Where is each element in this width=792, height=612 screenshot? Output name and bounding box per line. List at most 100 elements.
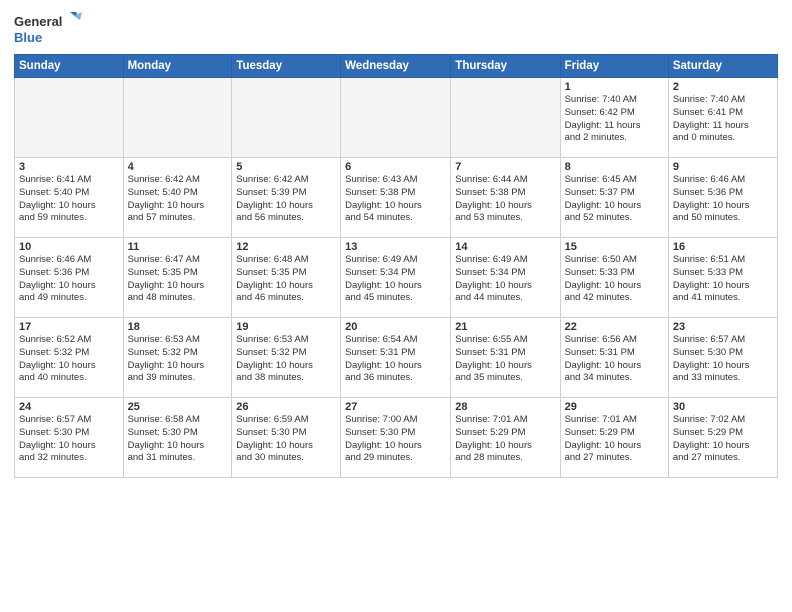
- day-info: Sunrise: 6:57 AM Sunset: 5:30 PM Dayligh…: [673, 334, 773, 385]
- day-number: 26: [236, 401, 336, 413]
- day-number: 11: [128, 241, 228, 253]
- calendar-cell: 12Sunrise: 6:48 AM Sunset: 5:35 PM Dayli…: [232, 238, 341, 318]
- day-number: 5: [236, 161, 336, 173]
- day-number: 13: [345, 241, 446, 253]
- calendar-cell: 14Sunrise: 6:49 AM Sunset: 5:34 PM Dayli…: [451, 238, 560, 318]
- day-number: 15: [565, 241, 664, 253]
- day-number: 6: [345, 161, 446, 173]
- day-number: 10: [19, 241, 119, 253]
- calendar-cell: 9Sunrise: 6:46 AM Sunset: 5:36 PM Daylig…: [668, 158, 777, 238]
- day-info: Sunrise: 6:52 AM Sunset: 5:32 PM Dayligh…: [19, 334, 119, 385]
- day-info: Sunrise: 7:01 AM Sunset: 5:29 PM Dayligh…: [455, 414, 555, 465]
- calendar-cell: 6Sunrise: 6:43 AM Sunset: 5:38 PM Daylig…: [341, 158, 451, 238]
- day-number: 27: [345, 401, 446, 413]
- weekday-monday: Monday: [123, 55, 232, 78]
- day-info: Sunrise: 6:53 AM Sunset: 5:32 PM Dayligh…: [128, 334, 228, 385]
- day-number: 18: [128, 321, 228, 333]
- svg-text:Blue: Blue: [14, 30, 42, 45]
- day-info: Sunrise: 6:51 AM Sunset: 5:33 PM Dayligh…: [673, 254, 773, 305]
- week-row-1: 3Sunrise: 6:41 AM Sunset: 5:40 PM Daylig…: [15, 158, 778, 238]
- calendar-cell: 21Sunrise: 6:55 AM Sunset: 5:31 PM Dayli…: [451, 318, 560, 398]
- week-row-2: 10Sunrise: 6:46 AM Sunset: 5:36 PM Dayli…: [15, 238, 778, 318]
- logo-area: General Blue: [14, 10, 84, 48]
- day-info: Sunrise: 6:44 AM Sunset: 5:38 PM Dayligh…: [455, 174, 555, 225]
- week-row-4: 24Sunrise: 6:57 AM Sunset: 5:30 PM Dayli…: [15, 398, 778, 478]
- day-number: 24: [19, 401, 119, 413]
- day-number: 23: [673, 321, 773, 333]
- day-number: 21: [455, 321, 555, 333]
- calendar-cell: 15Sunrise: 6:50 AM Sunset: 5:33 PM Dayli…: [560, 238, 668, 318]
- weekday-friday: Friday: [560, 55, 668, 78]
- calendar-cell: [15, 78, 124, 158]
- weekday-tuesday: Tuesday: [232, 55, 341, 78]
- day-number: 29: [565, 401, 664, 413]
- day-info: Sunrise: 6:49 AM Sunset: 5:34 PM Dayligh…: [455, 254, 555, 305]
- calendar-cell: [451, 78, 560, 158]
- day-number: 8: [565, 161, 664, 173]
- calendar-cell: [232, 78, 341, 158]
- day-number: 14: [455, 241, 555, 253]
- day-number: 7: [455, 161, 555, 173]
- day-info: Sunrise: 6:49 AM Sunset: 5:34 PM Dayligh…: [345, 254, 446, 305]
- svg-text:General: General: [14, 14, 62, 29]
- day-info: Sunrise: 6:57 AM Sunset: 5:30 PM Dayligh…: [19, 414, 119, 465]
- day-info: Sunrise: 6:46 AM Sunset: 5:36 PM Dayligh…: [19, 254, 119, 305]
- calendar-cell: 1Sunrise: 7:40 AM Sunset: 6:42 PM Daylig…: [560, 78, 668, 158]
- weekday-saturday: Saturday: [668, 55, 777, 78]
- calendar-cell: 24Sunrise: 6:57 AM Sunset: 5:30 PM Dayli…: [15, 398, 124, 478]
- day-info: Sunrise: 6:59 AM Sunset: 5:30 PM Dayligh…: [236, 414, 336, 465]
- calendar-cell: 5Sunrise: 6:42 AM Sunset: 5:39 PM Daylig…: [232, 158, 341, 238]
- day-number: 20: [345, 321, 446, 333]
- calendar-cell: 16Sunrise: 6:51 AM Sunset: 5:33 PM Dayli…: [668, 238, 777, 318]
- day-info: Sunrise: 6:54 AM Sunset: 5:31 PM Dayligh…: [345, 334, 446, 385]
- page: General Blue SundayMondayTuesdayWednesda…: [0, 0, 792, 484]
- day-number: 30: [673, 401, 773, 413]
- day-info: Sunrise: 6:55 AM Sunset: 5:31 PM Dayligh…: [455, 334, 555, 385]
- calendar-cell: 10Sunrise: 6:46 AM Sunset: 5:36 PM Dayli…: [15, 238, 124, 318]
- day-number: 16: [673, 241, 773, 253]
- calendar-cell: 30Sunrise: 7:02 AM Sunset: 5:29 PM Dayli…: [668, 398, 777, 478]
- day-info: Sunrise: 7:40 AM Sunset: 6:41 PM Dayligh…: [673, 94, 773, 145]
- weekday-wednesday: Wednesday: [341, 55, 451, 78]
- calendar-cell: 4Sunrise: 6:42 AM Sunset: 5:40 PM Daylig…: [123, 158, 232, 238]
- day-info: Sunrise: 6:53 AM Sunset: 5:32 PM Dayligh…: [236, 334, 336, 385]
- day-info: Sunrise: 6:47 AM Sunset: 5:35 PM Dayligh…: [128, 254, 228, 305]
- day-info: Sunrise: 6:42 AM Sunset: 5:39 PM Dayligh…: [236, 174, 336, 225]
- day-number: 25: [128, 401, 228, 413]
- calendar-cell: 13Sunrise: 6:49 AM Sunset: 5:34 PM Dayli…: [341, 238, 451, 318]
- calendar-cell: 27Sunrise: 7:00 AM Sunset: 5:30 PM Dayli…: [341, 398, 451, 478]
- calendar-cell: 18Sunrise: 6:53 AM Sunset: 5:32 PM Dayli…: [123, 318, 232, 398]
- calendar-cell: 7Sunrise: 6:44 AM Sunset: 5:38 PM Daylig…: [451, 158, 560, 238]
- day-info: Sunrise: 6:41 AM Sunset: 5:40 PM Dayligh…: [19, 174, 119, 225]
- day-info: Sunrise: 6:42 AM Sunset: 5:40 PM Dayligh…: [128, 174, 228, 225]
- weekday-thursday: Thursday: [451, 55, 560, 78]
- calendar-cell: 3Sunrise: 6:41 AM Sunset: 5:40 PM Daylig…: [15, 158, 124, 238]
- calendar-cell: 11Sunrise: 6:47 AM Sunset: 5:35 PM Dayli…: [123, 238, 232, 318]
- day-number: 12: [236, 241, 336, 253]
- day-number: 19: [236, 321, 336, 333]
- day-info: Sunrise: 6:48 AM Sunset: 5:35 PM Dayligh…: [236, 254, 336, 305]
- day-info: Sunrise: 7:00 AM Sunset: 5:30 PM Dayligh…: [345, 414, 446, 465]
- day-info: Sunrise: 6:46 AM Sunset: 5:36 PM Dayligh…: [673, 174, 773, 225]
- calendar-cell: 28Sunrise: 7:01 AM Sunset: 5:29 PM Dayli…: [451, 398, 560, 478]
- calendar-cell: [123, 78, 232, 158]
- calendar-table: SundayMondayTuesdayWednesdayThursdayFrid…: [14, 54, 778, 478]
- day-number: 3: [19, 161, 119, 173]
- generalblue-logo: General Blue: [14, 10, 84, 48]
- calendar-cell: [341, 78, 451, 158]
- day-number: 1: [565, 81, 664, 93]
- calendar-cell: 2Sunrise: 7:40 AM Sunset: 6:41 PM Daylig…: [668, 78, 777, 158]
- calendar-cell: 8Sunrise: 6:45 AM Sunset: 5:37 PM Daylig…: [560, 158, 668, 238]
- day-number: 4: [128, 161, 228, 173]
- calendar-cell: 20Sunrise: 6:54 AM Sunset: 5:31 PM Dayli…: [341, 318, 451, 398]
- week-row-3: 17Sunrise: 6:52 AM Sunset: 5:32 PM Dayli…: [15, 318, 778, 398]
- weekday-sunday: Sunday: [15, 55, 124, 78]
- day-info: Sunrise: 6:56 AM Sunset: 5:31 PM Dayligh…: [565, 334, 664, 385]
- day-info: Sunrise: 6:58 AM Sunset: 5:30 PM Dayligh…: [128, 414, 228, 465]
- day-number: 17: [19, 321, 119, 333]
- calendar-cell: 17Sunrise: 6:52 AM Sunset: 5:32 PM Dayli…: [15, 318, 124, 398]
- day-number: 2: [673, 81, 773, 93]
- calendar-cell: 22Sunrise: 6:56 AM Sunset: 5:31 PM Dayli…: [560, 318, 668, 398]
- calendar-cell: 23Sunrise: 6:57 AM Sunset: 5:30 PM Dayli…: [668, 318, 777, 398]
- day-number: 22: [565, 321, 664, 333]
